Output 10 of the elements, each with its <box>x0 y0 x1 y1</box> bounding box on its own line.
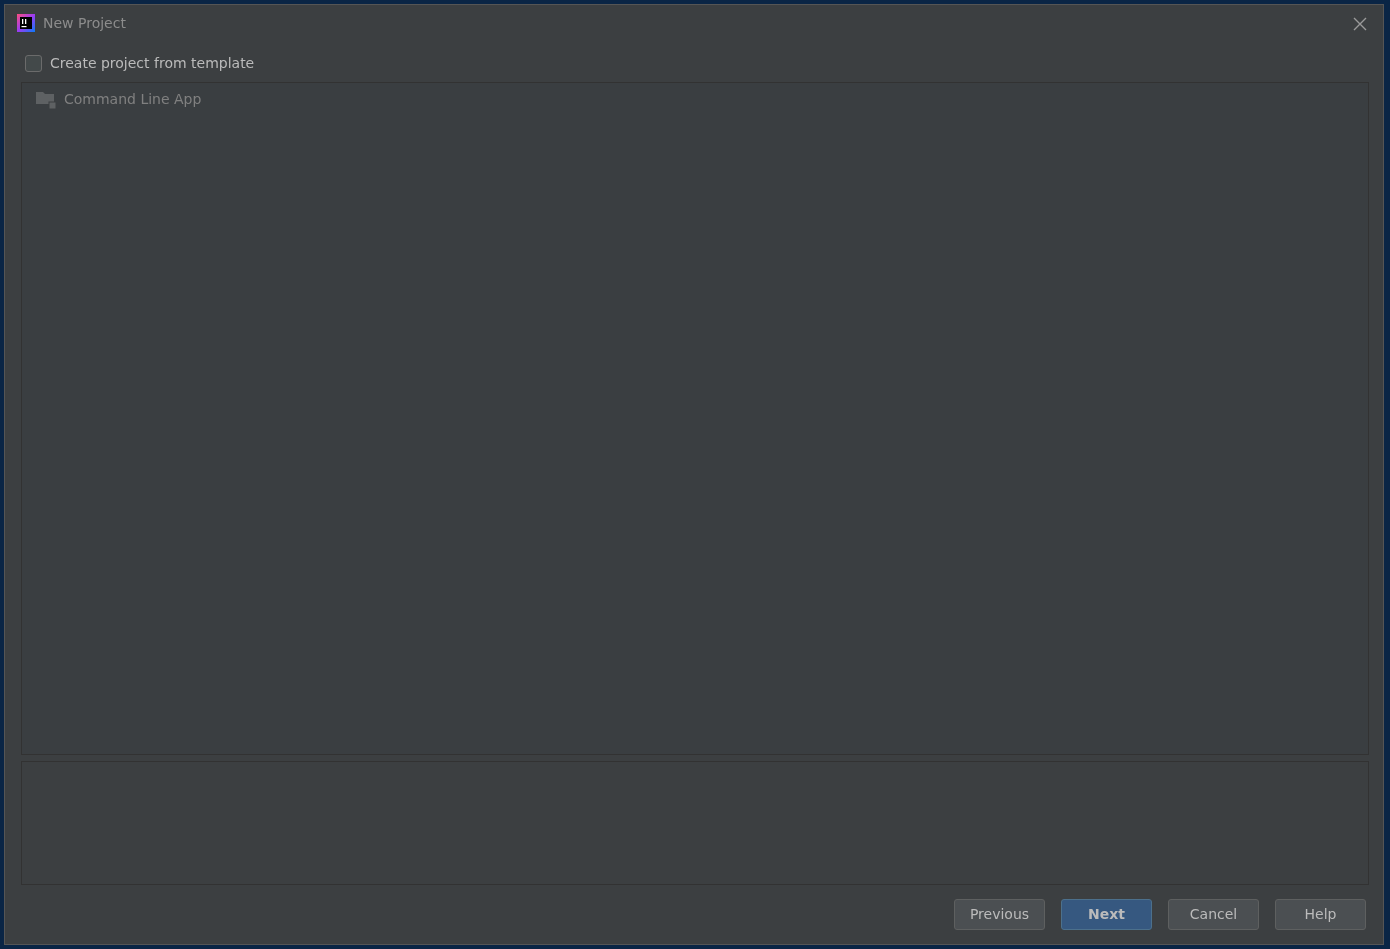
folder-icon <box>36 90 56 109</box>
dialog-button[interactable]: Cancel <box>1168 899 1259 930</box>
dialog-button[interactable]: Help <box>1275 899 1366 930</box>
dialog-button[interactable]: Previous <box>954 899 1045 930</box>
app-logo-icon <box>17 14 35 32</box>
checkbox[interactable] <box>25 55 42 72</box>
close-icon[interactable] <box>1353 16 1367 31</box>
checkbox-label[interactable]: Create project from template <box>50 53 255 74</box>
dialog-button[interactable]: Next <box>1061 899 1152 930</box>
window-title: New Project <box>43 13 126 33</box>
